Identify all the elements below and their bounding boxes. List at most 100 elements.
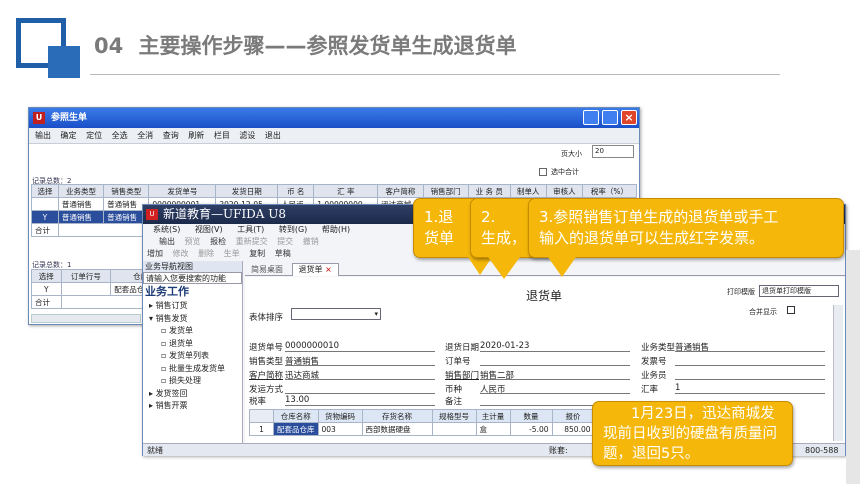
toolbar-query[interactable]: 查询	[163, 131, 179, 140]
table-cell: 1	[249, 422, 274, 436]
maximize-button[interactable]	[602, 110, 618, 125]
doc-no-value[interactable]: 0000000010	[285, 341, 339, 351]
table-cell[interactable]	[431, 422, 477, 436]
ship-method-label: 发运方式	[249, 385, 284, 395]
date-value[interactable]: 2020-01-23	[480, 341, 529, 351]
detail-grid-column-header: 货物编码	[317, 409, 363, 423]
table-cell[interactable]: 西部数据硬盘	[361, 422, 433, 436]
toolbar-submit[interactable]: 提交	[277, 237, 293, 246]
menu-goto[interactable]: 转到(G)	[279, 225, 307, 234]
toolbar-delete[interactable]: 删除	[198, 249, 214, 258]
nav-item-sales-delivery[interactable]: ▾ 销售发货	[149, 313, 242, 326]
detail-grid: 仓库名称 货物编码 存货名称 规格型号 主计量 数量 报价 1 配套品仓库 003 西部数据硬盘 盒…	[249, 409, 595, 436]
nav-item-sales-order[interactable]: ▸ 销售订货	[149, 300, 242, 313]
tab-return-note[interactable]: 退货单 ×	[291, 263, 339, 276]
upper-grid-column-header: 客户简称	[377, 184, 424, 198]
lower-grid-column-header: 选择	[31, 269, 62, 283]
select-total-checkbox[interactable]	[539, 168, 547, 176]
customer-label[interactable]: 客户简称	[249, 369, 283, 381]
nav-item-delivery-note[interactable]: ▫ 发货单	[149, 325, 242, 338]
nav-item-loss-label: 损失处理	[168, 376, 201, 385]
table-cell[interactable]: 配套品仓库	[273, 422, 319, 436]
toolbar-copy[interactable]: 复制	[249, 249, 265, 258]
upper-total-label: 合计	[31, 223, 59, 237]
menu-help[interactable]: 帮助(H)	[322, 225, 350, 234]
callout-step-3: 3.参照销售订单生成的退货单或手工 输入的退货单可以生成红字发票。	[528, 198, 844, 258]
tab-close-icon[interactable]: ×	[325, 265, 332, 274]
minimize-button[interactable]	[583, 110, 599, 125]
toolbar-revoke[interactable]: 撤销	[303, 237, 319, 246]
status-ready: 就绪	[147, 446, 163, 455]
toolbar-inspect[interactable]: 报检	[210, 237, 226, 246]
doc-no-label: 退货单号	[249, 343, 284, 353]
nav-item-batch-generate[interactable]: ▫ 批量生成发货单	[149, 363, 242, 376]
rate-value[interactable]: 1	[675, 383, 680, 393]
callout-step-2-pointer	[488, 257, 520, 279]
form-title: 退货单	[526, 289, 563, 303]
table-cell[interactable]: -5.00	[509, 422, 553, 436]
toolbar-resubmit[interactable]: 重新提交	[236, 237, 268, 246]
table-cell[interactable]: 盒	[475, 422, 511, 436]
toolbar-add[interactable]: 增加	[147, 249, 163, 258]
upper-grid-column-header: 发货日期	[215, 184, 279, 198]
nav-item-delivery-list[interactable]: ▫ 发货单列表	[149, 350, 242, 363]
toolbar-output[interactable]: 输出	[35, 131, 51, 140]
toolbar-exit[interactable]: 退出	[265, 131, 281, 140]
toolbar-filter[interactable]: 滤设	[239, 131, 255, 140]
table-cell: Y	[31, 210, 59, 224]
sort-select[interactable]: ▾	[291, 308, 381, 320]
sort-label: 表体排序	[249, 313, 284, 323]
nav-search-input[interactable]: 请输入您要搜索的功能	[143, 272, 242, 284]
table-cell[interactable]: 850.00	[551, 422, 595, 436]
table-row[interactable]: 1 配套品仓库 003 西部数据硬盘 盒 -5.00 850.00	[249, 422, 595, 436]
toolbar-draft[interactable]: 草稿	[275, 249, 291, 258]
page-size-label: 页大小	[561, 150, 582, 158]
biz-type-label: 业务类型	[641, 343, 676, 353]
upper-grid-column-header: 税率（%）	[581, 184, 637, 198]
invoice-no-label: 发票号	[641, 357, 667, 367]
form-scrollbar[interactable]	[833, 305, 843, 441]
tab-desktop[interactable]: 简易桌面	[245, 264, 289, 276]
nav-item-sign-back[interactable]: ▸ 发货签回	[149, 388, 242, 401]
toolbar-columns[interactable]: 栏目	[214, 131, 230, 140]
menu-tools[interactable]: 工具(T)	[237, 225, 264, 234]
menu-view[interactable]: 视图(V)	[195, 225, 223, 234]
print-template-label: 打印模版	[727, 288, 755, 296]
toolbar-generate[interactable]: 生单	[224, 249, 240, 258]
currency-label: 币种	[445, 385, 463, 395]
toolbar-edit[interactable]: 修改	[173, 249, 189, 258]
tax-value[interactable]: 13.00	[285, 395, 309, 405]
dept-label[interactable]: 销售部门	[445, 369, 479, 381]
callout-step-3-pointer	[548, 257, 576, 277]
nav-item-loss[interactable]: ▫ 损失处理	[149, 375, 242, 388]
u8-title: 新道教育—UFIDA U8	[163, 207, 287, 221]
table-cell[interactable]: 003	[317, 422, 363, 436]
rate-label: 汇率	[641, 385, 659, 395]
close-button[interactable]: ×	[621, 110, 637, 125]
toolbar-confirm[interactable]: 确定	[61, 131, 77, 140]
merge-display-checkbox[interactable]	[787, 306, 795, 314]
table-cell: 普通销售	[57, 210, 105, 224]
print-template-select[interactable]: 退货单打印模版	[759, 285, 839, 297]
menu-system[interactable]: 系统(S)	[153, 225, 180, 234]
toolbar-locate[interactable]: 定位	[86, 131, 102, 140]
tax-label: 税率	[249, 397, 267, 407]
page-size-input[interactable]: 20	[592, 145, 634, 158]
toolbar-preview[interactable]: 预览	[185, 237, 201, 246]
right-gray-band	[846, 250, 860, 484]
nav-item-invoicing[interactable]: ▸ 销售开票	[149, 400, 242, 413]
toolbar-export[interactable]: 输出	[159, 237, 175, 246]
nav-pane-title: 业务导航视图	[143, 261, 242, 272]
date-label: 退货日期	[445, 343, 480, 353]
horizontal-scrollbar[interactable]	[31, 314, 141, 323]
nav-item-return-note[interactable]: ▫ 退货单	[149, 338, 242, 351]
table-cell	[60, 282, 112, 296]
detail-grid-column-header: 报价	[551, 409, 595, 423]
lower-total-label: 合计	[31, 295, 62, 309]
toolbar-select-all[interactable]: 全选	[112, 131, 128, 140]
toolbar-deselect-all[interactable]: 全消	[137, 131, 153, 140]
nav-item-return-note-label: 退货单	[168, 338, 193, 348]
toolbar-refresh[interactable]: 刷新	[188, 131, 204, 140]
callout-scenario: 1月23日，迅达商城发现前日收到的硬盘有质量问题，退回5只。	[592, 401, 793, 466]
sale-type-label: 销售类型	[249, 357, 284, 367]
